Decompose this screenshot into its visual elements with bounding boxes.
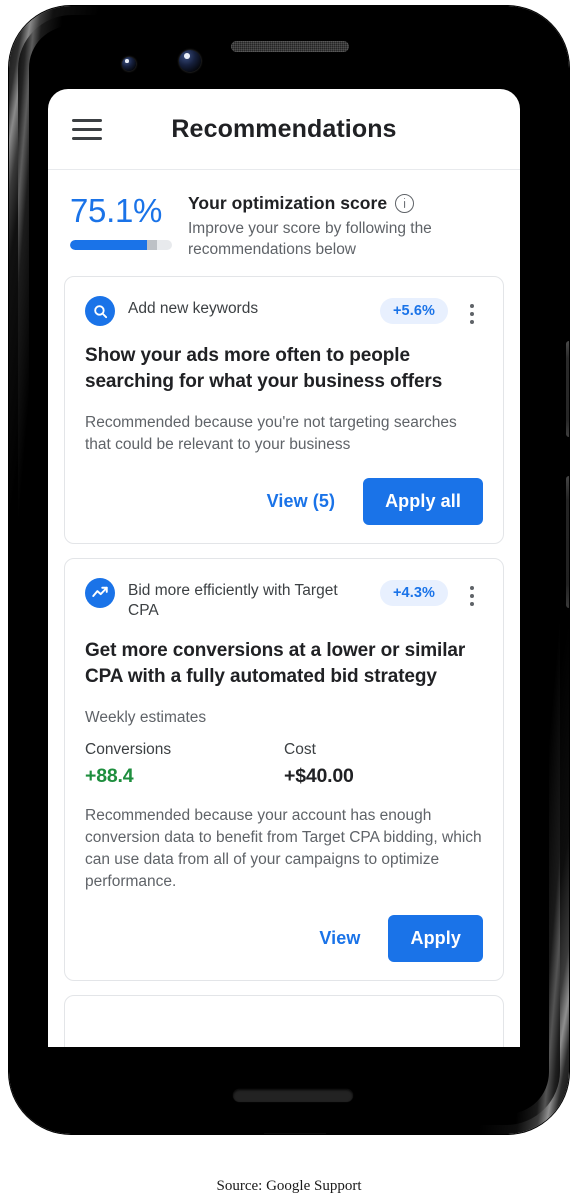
score-uplift-badge: +4.3% [379,580,448,607]
optimization-score-value: 75.1% [70,192,163,229]
info-circle-icon[interactable] [395,194,415,213]
metric-value: +$40.00 [284,764,354,787]
page-title: Recommendations [171,114,397,143]
menu-bar-2 [72,127,102,131]
phone-chin-notch [264,1133,326,1134]
view-button[interactable]: View [301,917,378,960]
metric-name: Cost [284,740,316,758]
recommendation-card[interactable]: Bid more efficiently with Target CPA +4.… [64,558,504,982]
estimates-metrics: Conversions +88.4 Cost +$40.00 [85,741,483,788]
metric-value: +88.4 [85,764,134,787]
hamburger-menu-icon[interactable] [68,110,106,148]
dot-3 [470,320,474,325]
dot-2 [470,594,474,599]
estimates-label: Weekly estimates [85,708,207,726]
recommendation-type-label: Add new keywords [128,300,259,318]
more-vertical-icon[interactable] [461,295,483,325]
recommendation-reason: Recommended because your account has eno… [85,806,482,890]
apply-all-button[interactable]: Apply all [363,478,483,526]
recommendation-card[interactable]: Add new keywords +5.6% Show your ads mor… [64,276,504,545]
bottom-speaker-grille [233,1089,353,1102]
recommendation-title: Show your ads more often to people searc… [85,345,443,393]
search-magnifier-icon [85,296,115,327]
optimization-score-heading-row: Your optimization score [188,193,498,214]
metric-name: Conversions [85,740,172,758]
view-button[interactable]: View (5) [249,480,354,523]
optimization-score-left: 75.1% [70,192,188,250]
volume-button[interactable] [566,476,569,608]
recommendation-actions: View (5) Apply all [85,478,483,526]
recommendation-card-header: Add new keywords +5.6% [85,295,483,327]
menu-bar-3 [72,136,102,140]
source-caption: Source: Google Support [216,1178,362,1194]
recommendation-actions: View Apply [85,915,483,963]
menu-bar-1 [72,118,102,122]
front-camera-icon [179,50,201,72]
more-vertical-icon[interactable] [461,577,483,607]
power-button[interactable] [566,341,569,437]
dot-2 [470,312,474,317]
front-camera-secondary-icon [122,57,136,71]
optimization-score-subtext: Improve your score by following the reco… [188,220,432,258]
recommendations-list: Add new keywords +5.6% Show your ads mor… [48,276,520,1047]
score-uplift-badge: +5.6% [379,298,448,325]
metric-cost: Cost +$40.00 [284,741,483,788]
dot-1 [470,304,474,309]
progress-shadow [146,239,157,250]
dot-1 [470,586,474,591]
optimization-score-heading: Your optimization score [188,193,388,213]
optimization-score-right: Your optimization score Improve your sco… [188,192,498,260]
recommendation-card-partial[interactable] [64,995,504,1047]
recommendation-type-label: Bid more efficiently with Target CPA [128,582,338,620]
apply-button[interactable]: Apply [388,915,483,963]
dot-3 [470,602,474,607]
app-screen: Recommendations 75.1% Your optimization … [48,89,520,1047]
recommendation-card-header: Bid more efficiently with Target CPA +4.… [85,577,483,621]
metric-conversions: Conversions +88.4 [85,741,284,788]
recommendation-reason: Recommended because you're not targeting… [85,413,457,454]
optimization-score-progress-bar [70,239,172,250]
earpiece-speaker-grille [231,41,349,52]
trending-up-icon [85,578,115,609]
optimization-score-section: 75.1% Your optimization score Improve yo… [48,170,520,276]
progress-fill [70,239,147,250]
recommendation-title: Get more conversions at a lower or simil… [85,639,466,687]
app-bar: Recommendations [48,89,520,170]
